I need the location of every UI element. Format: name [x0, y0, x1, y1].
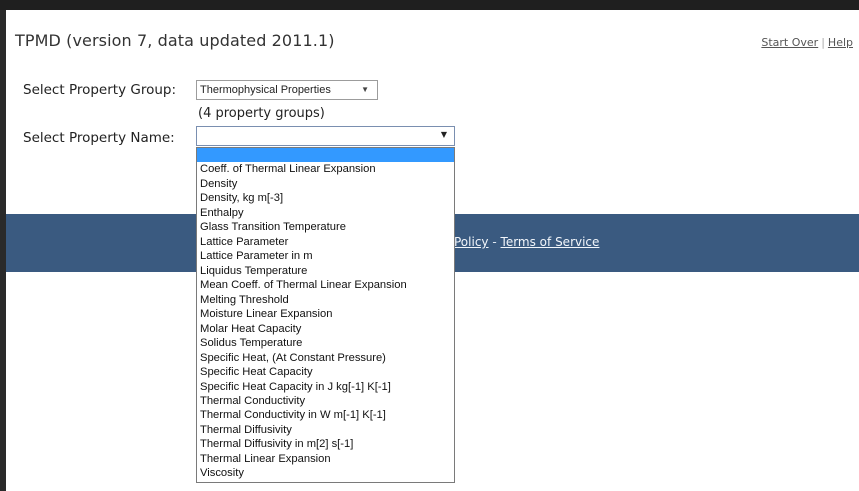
dropdown-option[interactable]: Coeff. of Thermal Linear Expansion — [197, 162, 454, 176]
property-name-dropdown-list[interactable]: Coeff. of Thermal Linear Expansion Densi… — [196, 147, 455, 483]
link-separator: | — [821, 36, 825, 49]
dropdown-option[interactable]: Thermal Diffusivity — [197, 423, 454, 437]
dropdown-option[interactable]: Glass Transition Temperature — [197, 220, 454, 234]
dropdown-option[interactable]: Density, kg m[-3] — [197, 191, 454, 205]
property-group-select[interactable]: Thermophysical Properties ▼ — [196, 80, 378, 100]
dropdown-option[interactable]: Density — [197, 177, 454, 191]
footer-link-separator: - — [492, 235, 497, 249]
dropdown-option[interactable]: Specific Heat, (At Constant Pressure) — [197, 351, 454, 365]
dropdown-option[interactable]: Lattice Parameter — [197, 235, 454, 249]
chevron-down-icon: ▼ — [361, 85, 369, 94]
dropdown-option[interactable]: Mean Coeff. of Thermal Linear Expansion — [197, 278, 454, 292]
dropdown-option[interactable]: Lattice Parameter in m — [197, 249, 454, 263]
dropdown-option[interactable]: Melting Threshold — [197, 293, 454, 307]
dropdown-option[interactable]: Thermal Conductivity in W m[-1] K[-1] — [197, 408, 454, 422]
top-links: Start Over | Help — [761, 36, 853, 49]
dropdown-option[interactable]: Thermal Diffusivity in m[2] s[-1] — [197, 437, 454, 451]
dropdown-option[interactable]: Viscosity — [197, 466, 454, 480]
dropdown-option[interactable]: Thermal Linear Expansion — [197, 452, 454, 466]
policy-link[interactable]: Policy — [454, 235, 489, 249]
help-link[interactable]: Help — [828, 36, 853, 49]
dropdown-option[interactable]: Thermal Conductivity — [197, 394, 454, 408]
page: TPMD (version 7, data updated 2011.1) St… — [0, 0, 859, 491]
property-name-select[interactable]: ▼ — [196, 126, 455, 146]
dropdown-option[interactable]: Specific Heat Capacity in J kg[-1] K[-1] — [197, 380, 454, 394]
chevron-down-icon: ▼ — [440, 130, 447, 139]
terms-of-service-link[interactable]: Terms of Service — [501, 235, 600, 249]
dropdown-option[interactable]: Molar Heat Capacity — [197, 322, 454, 336]
property-group-label: Select Property Group: — [23, 82, 177, 98]
dropdown-option[interactable]: Enthalpy — [197, 206, 454, 220]
page-title: TPMD (version 7, data updated 2011.1) — [15, 31, 335, 50]
start-over-link[interactable]: Start Over — [761, 36, 818, 49]
dropdown-option[interactable]: Solidus Temperature — [197, 336, 454, 350]
footer-links: Policy - Terms of Service — [454, 235, 599, 249]
window-top-border — [0, 0, 859, 10]
dropdown-option[interactable]: Specific Heat Capacity — [197, 365, 454, 379]
dropdown-option[interactable] — [197, 148, 454, 163]
property-name-label: Select Property Name: — [23, 130, 175, 146]
dropdown-option[interactable]: Moisture Linear Expansion — [197, 307, 454, 321]
property-group-selected-value: Thermophysical Properties — [200, 84, 331, 96]
property-group-count: (4 property groups) — [198, 106, 325, 121]
dropdown-option[interactable]: Liquidus Temperature — [197, 264, 454, 278]
